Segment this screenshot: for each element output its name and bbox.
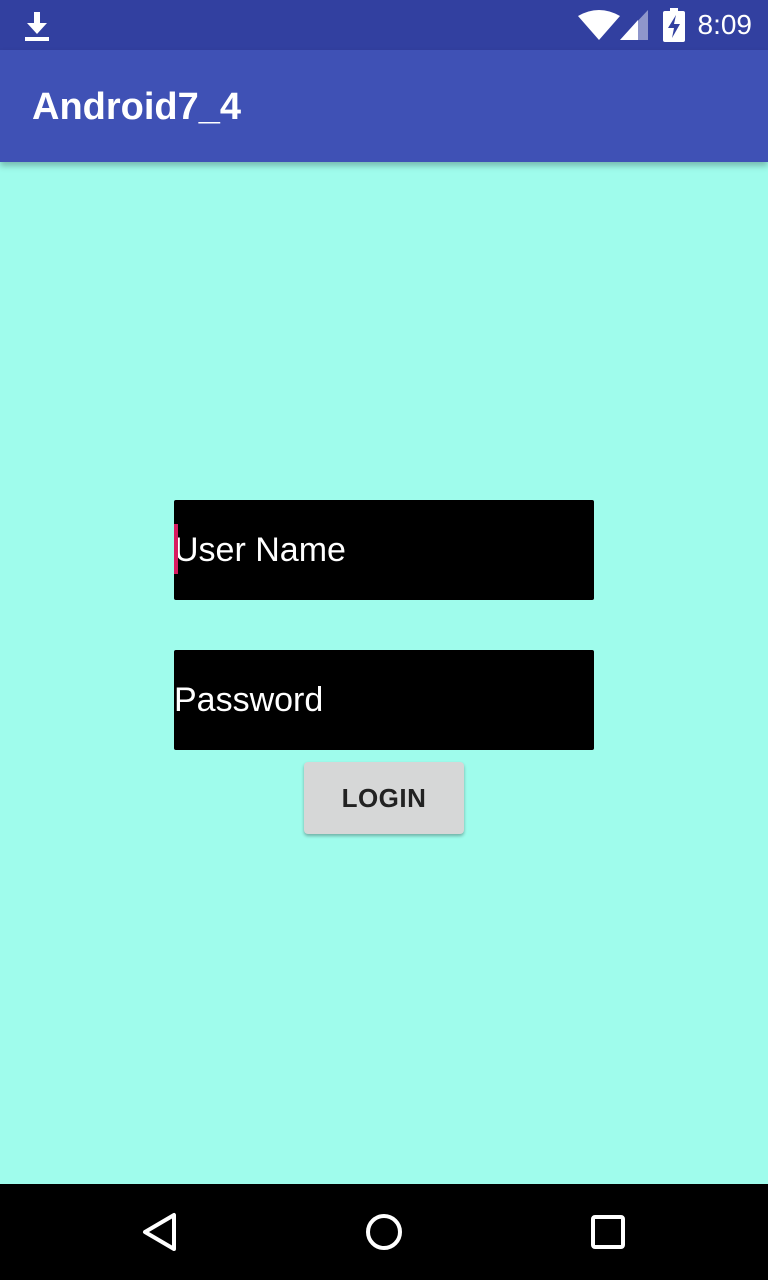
status-time: 8:09 bbox=[697, 9, 753, 40]
login-button[interactable]: LOGIN bbox=[304, 762, 464, 834]
app-bar: Android7_4 bbox=[0, 50, 768, 162]
battery-charging-icon bbox=[663, 8, 685, 42]
signal-icon bbox=[620, 10, 648, 40]
navigation-bar bbox=[0, 1184, 768, 1280]
download-icon bbox=[25, 12, 49, 41]
username-field-container bbox=[174, 500, 594, 600]
text-cursor bbox=[174, 524, 178, 574]
password-input[interactable] bbox=[174, 650, 594, 750]
recents-icon[interactable] bbox=[590, 1214, 626, 1250]
wifi-icon bbox=[578, 10, 620, 40]
screen: 8:09 Android7_4 LOGIN bbox=[0, 0, 768, 1280]
password-field-container bbox=[174, 650, 594, 750]
status-bar: 8:09 bbox=[0, 0, 768, 50]
app-title: Android7_4 bbox=[32, 86, 242, 128]
home-icon[interactable] bbox=[364, 1212, 404, 1252]
back-icon[interactable] bbox=[140, 1212, 180, 1252]
username-input[interactable] bbox=[174, 500, 594, 600]
